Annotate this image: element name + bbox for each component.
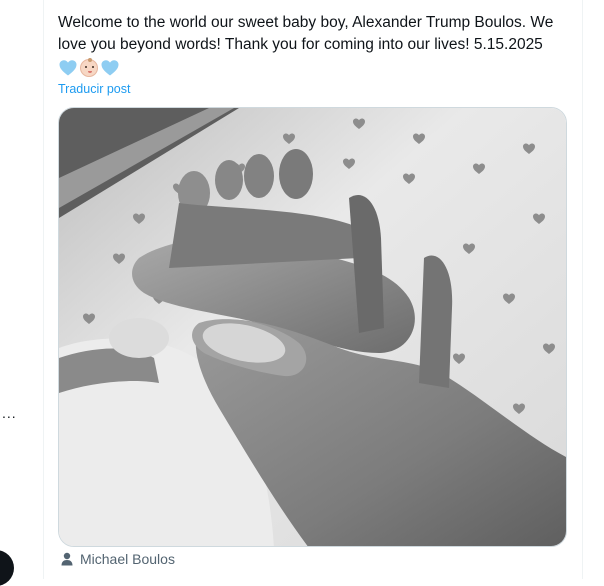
photo-hand-holding-baby-foot (59, 108, 566, 546)
photo-credit-name[interactable]: Michael Boulos (80, 551, 175, 567)
baby-icon (80, 58, 98, 77)
blue-heart-icon (59, 60, 77, 76)
translate-post-link[interactable]: Traducir post (58, 82, 130, 96)
photo-credit[interactable]: Michael Boulos (60, 551, 175, 567)
post-body: Welcome to the world our sweet baby boy,… (58, 12, 570, 96)
blue-heart-icon (101, 60, 119, 76)
column-divider-left (43, 0, 44, 579)
post-text: Welcome to the world our sweet baby boy,… (58, 14, 554, 53)
account-avatar[interactable] (0, 550, 14, 586)
emoji-row (58, 57, 570, 79)
post-photo[interactable] (58, 107, 567, 547)
more-menu-dots[interactable]: ... (2, 405, 17, 421)
left-rail: ... (0, 0, 44, 586)
person-icon (61, 552, 73, 566)
right-rail (583, 0, 604, 579)
